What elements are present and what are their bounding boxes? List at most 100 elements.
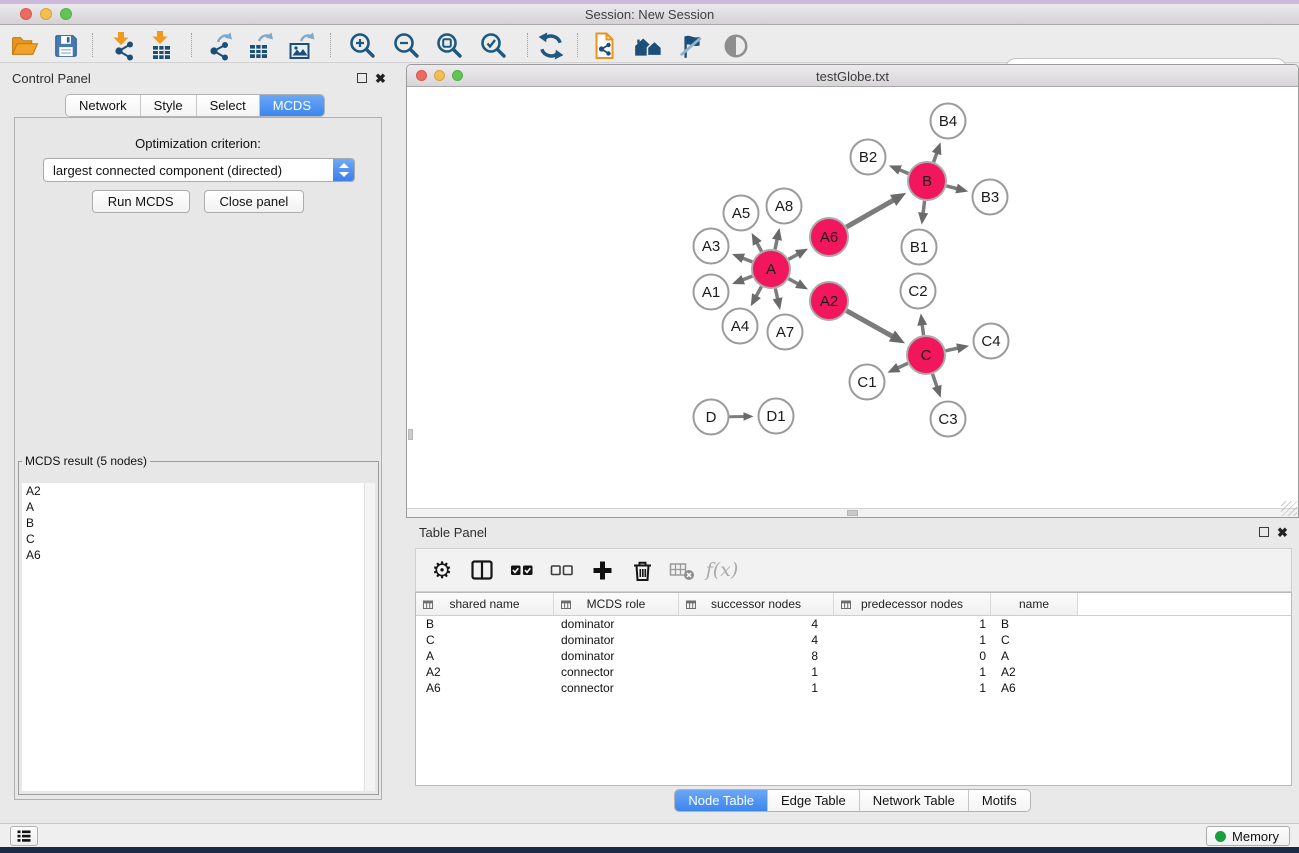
network-horizontal-scrollbar[interactable] <box>407 508 1298 517</box>
cell-shared-name[interactable]: A2 <box>416 665 554 679</box>
save-session-button[interactable] <box>49 30 83 62</box>
cell-predecessor-nodes[interactable]: 1 <box>834 633 991 647</box>
home-neighbors-button[interactable] <box>631 30 665 62</box>
graph-node-d1[interactable]: D1 <box>759 399 794 434</box>
graph-node-a1[interactable]: A1 <box>694 275 729 310</box>
graph-node-b[interactable]: B <box>908 162 946 200</box>
column-header-predecessor-nodes[interactable]: predecessor nodes <box>834 593 991 615</box>
delete-column-button[interactable] <box>625 553 659 587</box>
cell-mcds-role[interactable]: dominator <box>554 633 679 647</box>
import-table-button[interactable] <box>145 30 179 62</box>
cell-name[interactable]: C <box>991 633 1078 647</box>
graph-node-b3[interactable]: B3 <box>973 180 1008 215</box>
cell-mcds-role[interactable]: connector <box>554 665 679 679</box>
result-item-b[interactable]: B <box>22 515 375 531</box>
cell-successor-nodes[interactable]: 1 <box>679 665 834 679</box>
graph-node-a7[interactable]: A7 <box>768 315 803 350</box>
column-header-name[interactable]: name <box>991 593 1078 615</box>
graph-node-d[interactable]: D <box>694 400 729 435</box>
export-image-button[interactable] <box>285 30 319 62</box>
cell-predecessor-nodes[interactable]: 1 <box>834 617 991 631</box>
select-all-button[interactable] <box>505 553 539 587</box>
cell-predecessor-nodes[interactable]: 1 <box>834 665 991 679</box>
control-panel-close-icon[interactable]: ✖ <box>375 73 386 85</box>
graph-node-a6[interactable]: A6 <box>810 218 848 256</box>
edge-C-C3[interactable] <box>933 374 938 388</box>
refresh-view-button[interactable] <box>534 30 568 62</box>
cell-predecessor-nodes[interactable]: 1 <box>834 681 991 695</box>
table-settings-button[interactable]: ⚙ <box>425 553 459 587</box>
tab-node-table[interactable]: Node Table <box>675 790 767 811</box>
graph-node-b1[interactable]: B1 <box>902 230 937 265</box>
cell-shared-name[interactable]: C <box>416 633 554 647</box>
function-builder-button[interactable]: f(x) <box>705 553 739 587</box>
cell-successor-nodes[interactable]: 1 <box>679 681 834 695</box>
table-row-a[interactable]: Adominator80A <box>416 648 1291 664</box>
eye-view-button[interactable] <box>719 30 753 62</box>
graph-node-c[interactable]: C <box>907 336 945 374</box>
tab-network-table[interactable]: Network Table <box>859 790 968 811</box>
table-panel-close-icon[interactable]: ✖ <box>1277 527 1288 539</box>
delete-table-button[interactable] <box>665 553 699 587</box>
result-list-scrollbar[interactable] <box>364 483 375 791</box>
edge-A6-B[interactable] <box>846 199 895 227</box>
edge-A2-C[interactable] <box>846 311 893 337</box>
edge-B-B1[interactable] <box>923 201 925 215</box>
table-row-b[interactable]: Bdominator41B <box>416 616 1291 632</box>
result-item-a2[interactable]: A2 <box>22 483 375 499</box>
deselect-all-button[interactable] <box>545 553 579 587</box>
cell-shared-name[interactable]: A6 <box>416 681 554 695</box>
network-vertical-scrollbar[interactable] <box>408 429 413 440</box>
cell-successor-nodes[interactable]: 4 <box>679 633 834 647</box>
edge-C-C4[interactable] <box>946 348 960 351</box>
graph-node-a2[interactable]: A2 <box>810 282 848 320</box>
zoom-out-button[interactable] <box>390 30 424 62</box>
column-header-successor-nodes[interactable]: successor nodes <box>679 593 834 615</box>
graph-node-c4[interactable]: C4 <box>974 324 1009 359</box>
zoom-selected-button[interactable] <box>477 30 511 62</box>
tab-motifs[interactable]: Motifs <box>968 790 1030 811</box>
cell-name[interactable]: A6 <box>991 681 1078 695</box>
table-panel-float-icon[interactable] <box>1259 527 1269 537</box>
tab-edge-table[interactable]: Edge Table <box>767 790 859 811</box>
cell-shared-name[interactable]: B <box>416 617 554 631</box>
cell-successor-nodes[interactable]: 8 <box>679 649 834 663</box>
open-session-button[interactable] <box>8 30 42 62</box>
show-columns-button[interactable] <box>465 553 499 587</box>
import-network-button[interactable] <box>107 30 141 62</box>
add-column-button[interactable] <box>585 553 619 587</box>
network-window-titlebar[interactable]: testGlobe.txt <box>407 65 1298 87</box>
cell-mcds-role[interactable]: dominator <box>554 617 679 631</box>
graph-node-a3[interactable]: A3 <box>694 229 729 264</box>
zoom-fit-button[interactable] <box>433 30 467 62</box>
graph-node-c1[interactable]: C1 <box>850 365 885 400</box>
cell-successor-nodes[interactable]: 4 <box>679 617 834 631</box>
tab-mcds[interactable]: MCDS <box>259 95 324 116</box>
column-header-mcds-role[interactable]: MCDS role <box>554 593 679 615</box>
tab-style[interactable]: Style <box>140 95 196 116</box>
table-row-a2[interactable]: A2connector11A2 <box>416 664 1291 680</box>
table-row-c[interactable]: Cdominator41C <box>416 632 1291 648</box>
criterion-dropdown[interactable]: largest connected component (directed) <box>43 158 355 182</box>
task-history-button[interactable] <box>10 826 38 846</box>
column-header-shared-name[interactable]: shared name <box>416 593 554 615</box>
control-panel-float-icon[interactable] <box>357 73 367 83</box>
details-flag-button[interactable] <box>674 30 708 62</box>
result-item-a[interactable]: A <box>22 499 375 515</box>
export-network-button[interactable] <box>203 30 237 62</box>
cell-shared-name[interactable]: A <box>416 649 554 663</box>
memory-button[interactable]: Memory <box>1206 826 1290 846</box>
result-item-c[interactable]: C <box>22 531 375 547</box>
graph-node-b4[interactable]: B4 <box>931 104 966 139</box>
cell-name[interactable]: B <box>991 617 1078 631</box>
close-panel-button[interactable]: Close panel <box>204 190 305 213</box>
network-from-document-button[interactable] <box>587 30 621 62</box>
graph-node-a8[interactable]: A8 <box>767 189 802 224</box>
cell-mcds-role[interactable]: connector <box>554 681 679 695</box>
network-canvas[interactable]: B4B2BB3A8A5A6A3B1AC2A1A2A4A7C4CC1DD1C3 <box>407 87 1298 517</box>
window-resize-grip[interactable] <box>1281 501 1297 516</box>
cell-mcds-role[interactable]: dominator <box>554 649 679 663</box>
graph-node-c3[interactable]: C3 <box>931 402 966 437</box>
tab-network[interactable]: Network <box>66 95 140 116</box>
scrollbar-thumb[interactable] <box>847 510 858 516</box>
